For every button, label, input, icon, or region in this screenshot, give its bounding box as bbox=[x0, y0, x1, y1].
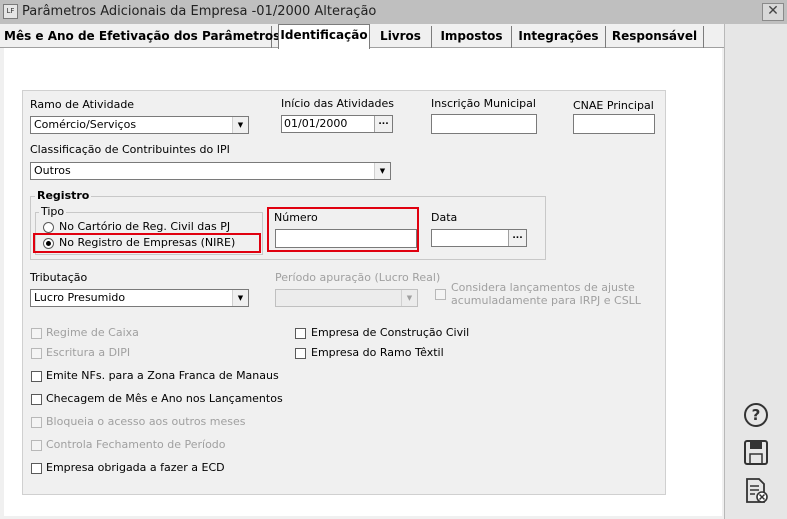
tab-responsavel[interactable]: Responsável bbox=[606, 26, 704, 48]
highlight-box-nire bbox=[33, 233, 261, 253]
cnae-input[interactable] bbox=[573, 114, 655, 134]
regime-caixa-checkbox bbox=[31, 328, 42, 339]
controla-fechamento-checkbox bbox=[31, 440, 42, 451]
construcao-civil-checkbox[interactable] bbox=[295, 328, 306, 339]
save-icon[interactable] bbox=[740, 438, 772, 468]
ecd-label[interactable]: Empresa obrigada a fazer a ECD bbox=[46, 461, 225, 474]
tab-identificacao[interactable]: Identificação bbox=[278, 24, 370, 49]
zona-franca-label[interactable]: Emite NFs. para a Zona Franca de Manaus bbox=[46, 369, 279, 382]
considera-label-line2: acumuladamente para IRPJ e CSLL bbox=[451, 294, 641, 307]
classificacao-label: Classificação de Contribuintes do IPI bbox=[30, 143, 230, 156]
data-date-field[interactable]: ... bbox=[431, 229, 527, 247]
inscricao-input[interactable] bbox=[431, 114, 537, 134]
tributacao-select[interactable]: Lucro Presumido ▼ bbox=[30, 289, 249, 307]
escritura-dipi-checkbox bbox=[31, 348, 42, 359]
inicio-value: 01/01/2000 bbox=[284, 117, 348, 130]
inscricao-label: Inscrição Municipal bbox=[431, 97, 536, 110]
zona-franca-checkbox[interactable] bbox=[31, 371, 42, 382]
chevron-down-icon: ▼ bbox=[232, 117, 248, 133]
ecd-checkbox[interactable] bbox=[31, 463, 42, 474]
escritura-dipi-label: Escritura a DIPI bbox=[46, 346, 131, 359]
classificacao-select[interactable]: Outros ▼ bbox=[30, 162, 391, 180]
controla-fechamento-label: Controla Fechamento de Período bbox=[46, 438, 226, 451]
registro-title: Registro bbox=[35, 189, 92, 202]
tab-impostos[interactable]: Impostos bbox=[432, 26, 512, 48]
ramo-textil-checkbox[interactable] bbox=[295, 348, 306, 359]
tipo-cartorio-label[interactable]: No Cartório de Reg. Civil das PJ bbox=[59, 220, 230, 233]
chevron-down-icon: ▼ bbox=[374, 163, 390, 179]
ramo-label: Ramo de Atividade bbox=[30, 98, 135, 111]
bloqueia-checkbox bbox=[31, 417, 42, 428]
chevron-down-icon: ▼ bbox=[232, 290, 248, 306]
tab-mes-ano[interactable]: Mês e Ano de Efetivação dos Parâmetros bbox=[4, 26, 280, 48]
regime-caixa-label: Regime de Caixa bbox=[46, 326, 139, 339]
inicio-date-field[interactable]: 01/01/2000 ... bbox=[281, 115, 393, 133]
inicio-label: Início das Atividades bbox=[281, 97, 395, 110]
tributacao-label: Tributação bbox=[30, 271, 88, 284]
periodo-select: ▼ bbox=[275, 289, 418, 307]
construcao-civil-label[interactable]: Empresa de Construção Civil bbox=[311, 326, 469, 339]
tab-integracoes[interactable]: Integrações bbox=[512, 26, 606, 48]
tab-livros[interactable]: Livros bbox=[370, 26, 432, 48]
chevron-down-icon: ▼ bbox=[401, 290, 417, 306]
ramo-value: Comércio/Serviços bbox=[34, 118, 137, 131]
ramo-select[interactable]: Comércio/Serviços ▼ bbox=[30, 116, 249, 134]
window-title: Parâmetros Adicionais da Empresa -01/200… bbox=[22, 4, 377, 19]
highlight-box-numero bbox=[267, 207, 419, 252]
checagem-label[interactable]: Checagem de Mês e Ano nos Lançamentos bbox=[46, 392, 283, 405]
tributacao-value: Lucro Presumido bbox=[34, 291, 126, 304]
svg-text:?: ? bbox=[752, 406, 761, 424]
cnae-label: CNAE Principal bbox=[573, 99, 654, 112]
data-label: Data bbox=[431, 211, 458, 224]
periodo-label: Período apuração (Lucro Real) bbox=[275, 271, 441, 284]
tipo-title: Tipo bbox=[39, 205, 67, 218]
close-button[interactable]: ✕ bbox=[762, 3, 784, 21]
classificacao-value: Outros bbox=[34, 164, 71, 177]
cancel-document-icon[interactable] bbox=[740, 476, 772, 506]
ramo-textil-label[interactable]: Empresa do Ramo Têxtil bbox=[311, 346, 444, 359]
help-icon[interactable]: ? bbox=[740, 400, 772, 430]
app-logo-icon: LF bbox=[3, 4, 18, 19]
checagem-checkbox[interactable] bbox=[31, 394, 42, 405]
bloqueia-label: Bloqueia o acesso aos outros meses bbox=[46, 415, 246, 428]
date-picker-button[interactable]: ... bbox=[374, 116, 392, 132]
date-picker-button[interactable]: ... bbox=[508, 230, 526, 246]
considera-label-line1: Considera lançamentos de ajuste bbox=[451, 281, 635, 294]
tipo-cartorio-radio[interactable] bbox=[43, 222, 54, 233]
considera-checkbox bbox=[435, 289, 446, 300]
